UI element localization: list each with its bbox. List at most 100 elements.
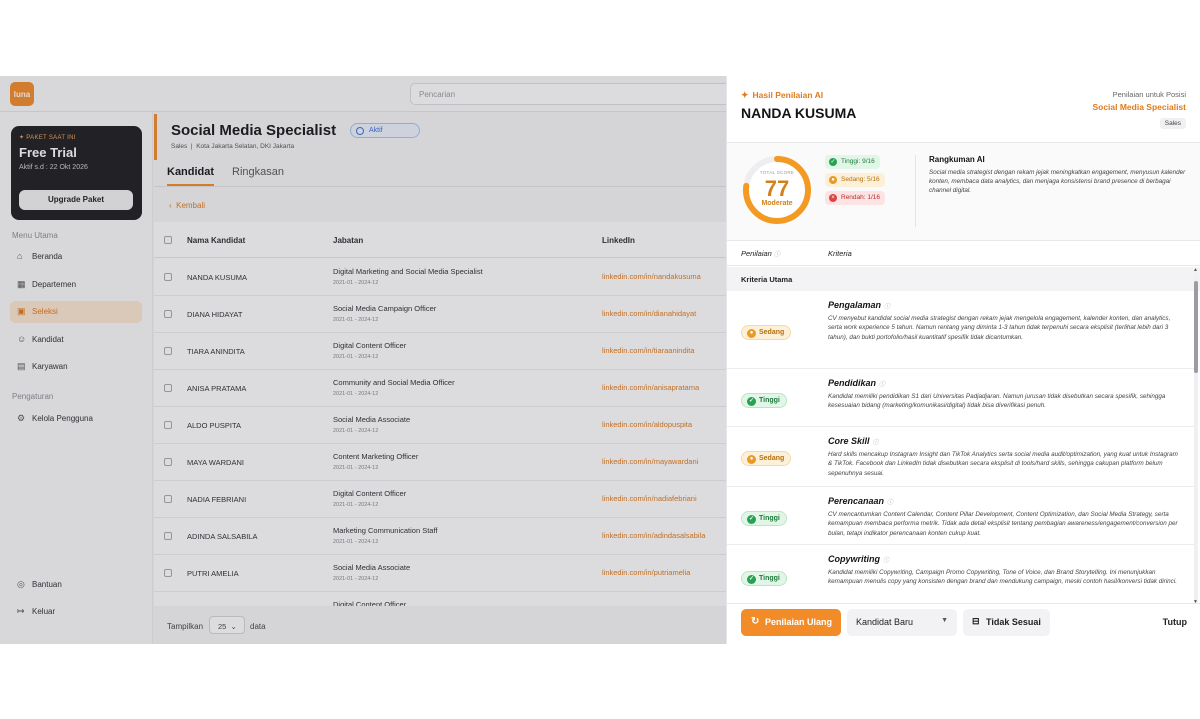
search-input[interactable]: Pencarian [410,83,730,105]
sidebar-item-kandidat[interactable]: ☺ Kandidat [10,329,142,351]
linkedin-link[interactable]: linkedin.com/in/tiaraanindita [602,346,695,355]
info-icon[interactable]: ⓘ [873,440,879,446]
sidebar-item-kelola-pengguna[interactable]: ⚙ Kelola Pengguna [10,408,142,430]
table-row[interactable]: TIARA ANINDITA Digital Content Officer 202… [154,333,726,370]
criteria-item: ✓ Tinggi Pendidikan ⓘ Kandidat memiliki pend… [727,369,1195,427]
sidebar-item-seleksi[interactable]: ▣ Seleksi [10,301,142,323]
table-row[interactable]: ANISA PRATAMA Community and Social Media … [154,370,726,407]
candidate-status-select[interactable]: Kandidat Baru ▼ [847,609,957,636]
info-icon[interactable]: ⓘ [883,558,889,564]
table-row[interactable]: PUTRI AMELIA Social Media Associate 2021-0… [154,555,726,592]
page-size-select[interactable]: 25 ⌄ [209,616,245,634]
table-header: Nama Kandidat Jabatan LinkedIn [154,222,726,258]
screen: luna Pencarian ✦ PAKET SAAT INI Free Tri… [0,76,1200,644]
criteria-level: Tinggi [759,397,780,404]
criteria-title: Copywriting ⓘ [828,554,889,564]
candidate-name-cell[interactable]: DIANA HIDAYAT [187,310,242,319]
table-row[interactable]: ALDO PUSPITA Social Media Associate 2021-0… [154,407,726,444]
table-row[interactable]: DIANA HIDAYAT Social Media Campaign Offic… [154,296,726,333]
row-checkbox[interactable] [164,347,172,355]
linkedin-link[interactable]: linkedin.com/in/adindasalsabila [602,531,705,540]
upgrade-button[interactable]: Upgrade Paket [19,190,133,210]
home-icon: ⌂ [17,251,23,261]
low-count: Rendah: 1/16 [841,194,881,201]
candidate-name-cell[interactable]: NANDA KUSUMA [187,273,247,282]
position-name: Social Media Specialist [1092,102,1186,112]
warning-icon: ● [747,455,756,464]
tab-ringkasan[interactable]: Ringkasan [232,166,284,178]
linkedin-link[interactable]: linkedin.com/in/dianahidayat [602,309,696,318]
linkedin-link[interactable]: linkedin.com/in/aldopuspita [602,420,692,429]
sidebar-item-label: Seleksi [32,307,58,316]
criteria-list[interactable]: ● Sedang Pengalaman ⓘ CV menyebut kandidat s… [727,291,1195,603]
ai-result-tag: ✦ Hasil Penilaian AI [741,90,823,101]
row-checkbox[interactable] [164,495,172,503]
reject-label: Tidak Sesuai [986,617,1041,627]
candidate-name-cell[interactable]: ANISA PRATAMA [187,384,246,393]
table-row[interactable]: STEFANI SYAHPUTRADigital Content Officer… [154,592,726,606]
candidate-name-cell[interactable]: ADINDA SALSABILA [187,532,257,541]
tab-kandidat[interactable]: Kandidat [167,166,215,186]
criteria-title: Core Skill ⓘ [828,436,879,446]
criteria-description: CV mencantumkan Content Calendar, Conten… [828,511,1178,537]
row-checkbox[interactable] [164,532,172,540]
sidebar-item-label: Beranda [32,252,63,261]
table-row[interactable]: NADIA FEBRIANI Digital Content Officer 202… [154,481,726,518]
info-icon[interactable]: ⓘ [774,252,780,258]
score-summary: TOTAL SCORE 77 Moderate ✓ Tinggi: 9/16 ● S… [727,143,1200,240]
help-icon: ◎ [17,579,25,589]
user-gear-icon: ⚙ [17,413,26,423]
reject-button[interactable]: ⊟ Tidak Sesuai [963,609,1050,636]
job-period-cell: 2021-01 - 2024-12 [333,428,379,434]
candidate-name-cell[interactable]: MAYA WARDANI [187,458,244,467]
linkedin-link[interactable]: linkedin.com/in/nandakusuma [602,272,701,281]
back-label: Kembali [176,201,206,210]
table-row[interactable]: ADINDA SALSABILA Marketing Communication … [154,518,726,555]
criteria-description: Kandidat memiliki pendidikan S1 dari Uni… [828,393,1166,410]
linkedin-link[interactable]: linkedin.com/in/mayawardani [602,457,698,466]
row-checkbox[interactable] [164,384,172,392]
candidate-name: NANDA KUSUMA [741,105,857,121]
sidebar-item-departemen[interactable]: ▦ Departemen [10,274,142,296]
row-checkbox[interactable] [164,569,172,577]
status-dropdown[interactable]: Aktif [350,123,420,138]
sidebar-item-beranda[interactable]: ⌂ Beranda [10,246,142,268]
criteria-level: Tinggi [759,575,780,582]
briefcase-icon: ▣ [17,306,26,316]
select-all-checkbox[interactable] [164,236,172,244]
criteria-level: Sedang [759,329,785,336]
candidate-name-cell[interactable]: PUTRI AMELIA [187,569,239,578]
sidebar-item-karyawan[interactable]: ▤ Karyawan [10,356,142,378]
scroll-up-icon[interactable]: ▲ [1193,267,1198,273]
vertical-divider [915,155,916,227]
column-header-job: Jabatan [333,236,364,245]
candidate-name-cell[interactable]: TIARA ANINDITA [187,347,245,356]
warning-icon: ● [747,329,756,338]
sidebar-item-keluar[interactable]: ↦ Keluar [10,601,142,623]
linkedin-link[interactable]: linkedin.com/in/anisapratama [602,383,699,392]
candidate-name-cell[interactable]: NADIA FEBRIANI [187,495,246,504]
scrollbar[interactable]: ▲ ▼ [1193,267,1198,605]
reassess-button[interactable]: ↻ Penilaian Ulang [741,609,841,636]
plan-expiry: Aktif s.d : 22 Okt 2026 [19,164,88,171]
row-checkbox[interactable] [164,273,172,281]
info-icon[interactable]: ⓘ [884,304,890,310]
refresh-icon: ↻ [751,616,760,627]
linkedin-link[interactable]: linkedin.com/in/putriamelia [602,568,690,577]
info-icon[interactable]: ⓘ [887,500,893,506]
info-icon[interactable]: ⓘ [879,382,885,388]
row-checkbox[interactable] [164,421,172,429]
candidate-name-cell[interactable]: ALDO PUSPITA [187,421,241,430]
app-logo[interactable]: luna [10,82,34,106]
page-title: Social Media Specialist [171,122,337,139]
table-row[interactable]: MAYA WARDANI Content Marketing Officer 202… [154,444,726,481]
job-title-cell: Social Media Associate [333,415,411,424]
linkedin-link[interactable]: linkedin.com/in/nadiafebriani [602,494,697,503]
back-link[interactable]: ‹ Kembali [169,201,205,210]
sidebar-item-bantuan[interactable]: ◎ Bantuan [10,574,142,596]
close-button[interactable]: Tutup [1163,617,1187,627]
scrollbar-thumb[interactable] [1194,281,1198,373]
row-checkbox[interactable] [164,310,172,318]
table-row[interactable]: NANDA KUSUMA Digital Marketing and Social… [154,259,726,296]
row-checkbox[interactable] [164,458,172,466]
